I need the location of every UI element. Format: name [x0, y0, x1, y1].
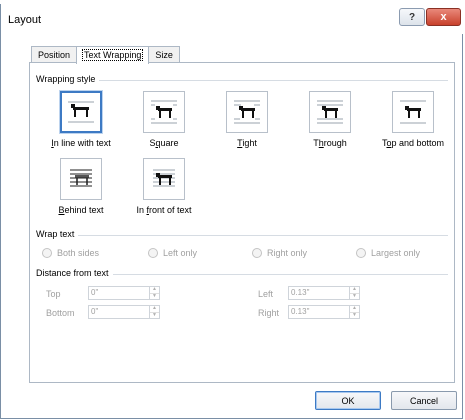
- wrap-option-inline-label: In line with text: [51, 138, 111, 148]
- radio-left-only-dot: [148, 248, 158, 258]
- wrap-text-divider: [36, 235, 448, 236]
- radio-right-only-label: Right only: [267, 248, 308, 258]
- help-button[interactable]: ?: [399, 8, 425, 26]
- distance-left-spinner[interactable]: 0.13" ▲ ▼: [288, 286, 360, 300]
- wrap-option-top-bottom[interactable]: Top and bottom: [377, 91, 449, 148]
- distance-heading: Distance from text: [36, 268, 113, 278]
- wrap-option-through[interactable]: Through: [294, 91, 366, 148]
- tab-size-label: Size: [155, 50, 173, 60]
- radio-largest-only-label: Largest only: [371, 248, 421, 258]
- distance-left-value: 0.13": [291, 288, 310, 297]
- tab-position-label: Position: [38, 50, 71, 60]
- square-wrap-icon: [143, 91, 185, 133]
- wrap-option-behind-text-label: Behind text: [58, 205, 104, 215]
- title-bar: Layout ? x: [1, 4, 464, 34]
- distance-left-label: Left: [258, 289, 274, 299]
- radio-both-sides[interactable]: Both sides: [42, 248, 99, 258]
- close-button[interactable]: x: [426, 8, 461, 26]
- behind-text-icon: [60, 158, 102, 200]
- radio-largest-only-dot: [356, 248, 366, 258]
- ok-button[interactable]: OK: [315, 391, 381, 410]
- wrap-option-tight-label: Tight: [237, 138, 257, 148]
- spin-down-icon[interactable]: ▼: [350, 312, 359, 319]
- wrap-option-in-front[interactable]: In front of text: [128, 158, 200, 215]
- radio-left-only[interactable]: Left only: [148, 248, 197, 258]
- wrap-option-through-label: Through: [313, 138, 347, 148]
- text-wrapping-panel: Wrapping style In line with text Square …: [29, 62, 455, 383]
- spin-down-icon[interactable]: ▼: [150, 312, 159, 319]
- radio-largest-only[interactable]: Largest only: [356, 248, 420, 258]
- distance-right-value: 0.13": [291, 307, 310, 316]
- radio-right-only[interactable]: Right only: [252, 248, 307, 258]
- distance-top-label: Top: [46, 289, 61, 299]
- wrap-option-in-front-label: In front of text: [136, 205, 192, 215]
- radio-both-sides-label: Both sides: [57, 248, 100, 258]
- wrap-option-tight[interactable]: Tight: [211, 91, 283, 148]
- distance-left-arrows: ▲ ▼: [349, 287, 359, 299]
- through-wrap-icon: [309, 91, 351, 133]
- tab-text-wrapping[interactable]: Text Wrapping: [76, 46, 150, 64]
- distance-bottom-value: 0": [91, 307, 99, 316]
- wrapping-style-heading: Wrapping style: [36, 74, 100, 84]
- radio-left-only-label: Left only: [163, 248, 198, 258]
- distance-bottom-label: Bottom: [46, 308, 75, 318]
- tab-position[interactable]: Position: [31, 46, 78, 63]
- radio-right-only-dot: [252, 248, 262, 258]
- distance-bottom-arrows: ▲ ▼: [149, 306, 159, 318]
- distance-right-spinner[interactable]: 0.13" ▲ ▼: [288, 305, 360, 319]
- distance-right-label: Right: [258, 308, 280, 318]
- distance-top-spinner[interactable]: 0" ▲ ▼: [88, 286, 160, 300]
- wrap-option-square-label: Square: [149, 138, 179, 148]
- in-front-text-icon: [143, 158, 185, 200]
- spin-down-icon[interactable]: ▼: [350, 293, 359, 300]
- radio-both-sides-dot: [42, 248, 52, 258]
- dialog-title: Layout: [8, 14, 42, 26]
- wrap-option-square[interactable]: Square: [128, 91, 200, 148]
- spin-down-icon[interactable]: ▼: [150, 293, 159, 300]
- inline-wrap-icon: [60, 91, 102, 133]
- top-bottom-wrap-icon: [392, 91, 434, 133]
- cancel-button[interactable]: Cancel: [391, 391, 457, 410]
- tight-wrap-icon: [226, 91, 268, 133]
- distance-right-arrows: ▲ ▼: [349, 306, 359, 318]
- wrap-option-inline[interactable]: In line with text: [45, 91, 117, 148]
- wrap-text-heading: Wrap text: [36, 229, 79, 239]
- tab-strip: Position Text Wrapping Size: [31, 46, 180, 64]
- tab-size[interactable]: Size: [148, 46, 180, 63]
- distance-top-value: 0": [91, 288, 99, 297]
- layout-dialog: Layout ? x Position Text Wrapping Size W…: [0, 4, 464, 419]
- wrap-option-behind-text[interactable]: Behind text: [45, 158, 117, 215]
- distance-bottom-spinner[interactable]: 0" ▲ ▼: [88, 305, 160, 319]
- tab-text-wrapping-label: Text Wrapping: [82, 49, 144, 61]
- wrap-option-top-bottom-label: Top and bottom: [381, 138, 445, 148]
- distance-top-arrows: ▲ ▼: [149, 287, 159, 299]
